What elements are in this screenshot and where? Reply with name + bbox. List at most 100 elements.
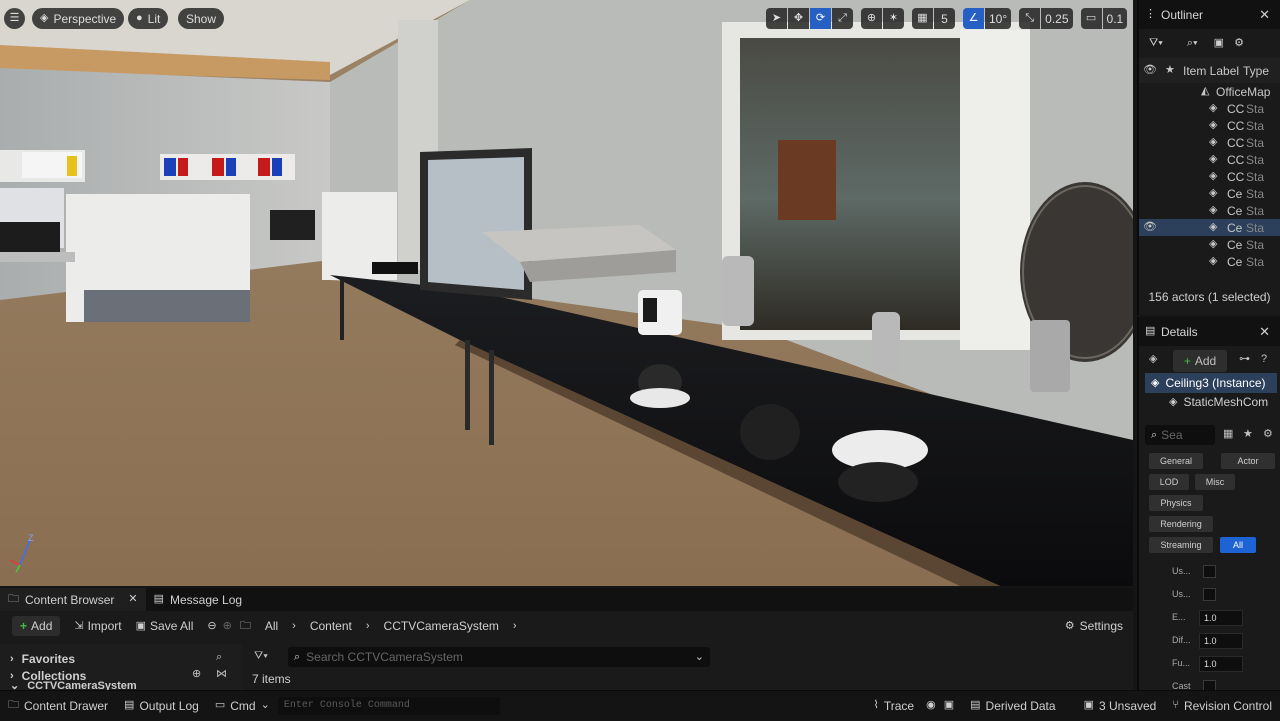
select-mode-button[interactable]: ➤ <box>766 8 787 29</box>
translate-button[interactable]: ✥ <box>788 8 809 29</box>
breadcrumb-content[interactable]: Content <box>310 619 352 633</box>
property-value-input[interactable]: 1.0 <box>1199 610 1243 626</box>
outliner-row[interactable]: ◈ CC Sta <box>1139 117 1280 134</box>
outliner-row[interactable]: ◈ Ce Sta <box>1139 202 1280 219</box>
perspective-button[interactable]: ◈ Perspective <box>32 8 125 29</box>
item-label-column[interactable]: Item Label <box>1183 64 1239 78</box>
property-value-input[interactable]: 1.0 <box>1199 633 1243 649</box>
import-button[interactable]: ⇲ Import <box>74 619 121 633</box>
grid-snap-value[interactable]: 5 <box>934 8 955 29</box>
filter-icon[interactable]: ⛛▾ <box>254 651 268 662</box>
surface-snap-button[interactable]: ✶ <box>883 8 904 29</box>
component-row[interactable]: ◈ StaticMeshCom <box>1169 395 1268 409</box>
trace-button[interactable]: ⌇ Trace <box>866 691 923 721</box>
tab-message-log-label: Message Log <box>170 592 243 607</box>
outliner-folder-row[interactable]: ◭ OfficeMap <box>1139 83 1280 100</box>
add-collection-icon[interactable]: ⊕ <box>192 669 201 680</box>
outliner-panel: ⋮ Outliner ✕ ⛛▾ ⌕▾ ▣ ⚙ 👁 ★ Item Label Ty… <box>1137 0 1280 315</box>
asset-search-input[interactable]: ⌕ Search CCTVCameraSystem ⌄ <box>288 647 710 667</box>
derived-data-button[interactable]: ▤ Derived Data <box>962 691 1063 721</box>
category-rendering[interactable]: Rendering <box>1149 516 1213 532</box>
help-icon[interactable]: ? <box>1261 354 1267 365</box>
type-column[interactable]: Type <box>1243 64 1269 78</box>
coordinate-space-button[interactable]: ⊕ <box>861 8 882 29</box>
instance-row[interactable]: ◈ Ceiling3 (Instance) <box>1145 373 1277 393</box>
scale-button[interactable]: ⤢ <box>832 8 853 29</box>
grid-snap-toggle[interactable]: ▦ <box>912 8 933 29</box>
filter-icon[interactable]: ⛛▾ <box>1149 38 1163 49</box>
category-lod[interactable]: LOD <box>1149 474 1189 490</box>
category-general[interactable]: General <box>1149 453 1203 469</box>
unsaved-button[interactable]: ▣ 3 Unsaved <box>1076 691 1165 721</box>
tab-content-browser[interactable]: 🗀 Content Browser ✕ <box>0 588 146 611</box>
rotation-snap-toggle[interactable]: ∠ <box>963 8 984 29</box>
settings-icon[interactable]: ⚙ <box>1263 429 1273 440</box>
category-physics[interactable]: Physics <box>1149 495 1203 511</box>
search-icon[interactable]: ⌕▾ <box>1187 38 1198 49</box>
star-icon[interactable]: ★ <box>1243 429 1253 440</box>
category-actor[interactable]: Actor <box>1221 453 1275 469</box>
forward-icon[interactable]: ⊕ <box>223 620 232 632</box>
outliner-row[interactable]: 👁 ◈ Ce Sta <box>1139 219 1280 236</box>
chevron-right-icon: › <box>365 619 370 632</box>
save-all-button[interactable]: ▣ Save All <box>136 619 194 633</box>
category-all[interactable]: All <box>1220 537 1256 553</box>
close-icon[interactable]: ✕ <box>1259 7 1270 23</box>
breadcrumb-all[interactable]: All <box>265 619 278 633</box>
folder-icon[interactable]: 🗀 <box>240 620 251 632</box>
lit-button[interactable]: ● Lit <box>128 8 169 29</box>
record-icon[interactable]: ◉ <box>922 700 940 711</box>
outliner-row[interactable]: ◈ CC Sta <box>1139 168 1280 185</box>
scale-snap-value[interactable]: 0.25 <box>1041 8 1073 29</box>
property-label: E... <box>1172 612 1186 622</box>
static-mesh-icon: ◈ <box>1209 255 1218 267</box>
console-input[interactable]: Enter Console Command <box>277 696 500 715</box>
blueprint-icon[interactable]: ⊶ <box>1239 354 1250 365</box>
outliner-row-label: Ce <box>1227 203 1243 218</box>
visibility-icon[interactable]: 👁 <box>1143 222 1157 233</box>
scale-snap-toggle[interactable]: ⤡ <box>1019 8 1041 29</box>
viewport-menu-button[interactable]: ☰ <box>4 8 25 29</box>
outliner-row[interactable]: ◈ Ce Sta <box>1139 253 1280 270</box>
add-button[interactable]: + Add <box>12 616 61 636</box>
show-button[interactable]: Show <box>178 8 225 29</box>
back-icon[interactable]: ⊖ <box>207 620 216 632</box>
breadcrumb-project[interactable]: CCTVCameraSystem <box>384 619 499 633</box>
save-all-label: Save All <box>150 619 194 633</box>
camera-speed-button[interactable]: ▭ <box>1080 8 1102 29</box>
table-view-icon[interactable]: ▦ <box>1223 429 1233 440</box>
favorites-section[interactable]: › Favorites <box>10 652 75 666</box>
rotation-snap-value[interactable]: 10° <box>985 8 1012 29</box>
close-icon[interactable]: ✕ <box>1259 324 1270 340</box>
outliner-row[interactable]: ◈ CC Sta <box>1139 151 1280 168</box>
settings-icon[interactable]: ⚙ <box>1234 38 1244 49</box>
content-drawer-button[interactable]: 🗀 Content Drawer <box>0 691 116 721</box>
tab-message-log[interactable]: ▤ Message Log <box>146 588 250 611</box>
output-log-button[interactable]: ▤ Output Log <box>116 691 207 721</box>
property-checkbox[interactable] <box>1203 588 1216 601</box>
level-viewport[interactable]: Z ☰ ◈ Perspective ● Lit Show ➤ ✥ ⟳ ⤢ ⊕ ✶… <box>0 0 1133 586</box>
cmd-dropdown[interactable]: ▭ Cmd ⌄ <box>207 691 278 721</box>
static-mesh-icon: ◈ <box>1209 238 1218 250</box>
drawer-icon: 🗀 <box>8 699 19 711</box>
category-misc[interactable]: Misc <box>1195 474 1235 490</box>
asset-search-placeholder: Search CCTVCameraSystem <box>306 650 463 664</box>
outliner-row[interactable]: ◈ CC Sta <box>1139 134 1280 151</box>
add-folder-icon[interactable]: ▣ <box>1214 38 1224 49</box>
outliner-row[interactable]: ◈ Ce Sta <box>1139 185 1280 202</box>
search-icon[interactable]: ⌕ <box>216 652 222 663</box>
collection-settings-icon[interactable]: ⋈ <box>216 669 227 680</box>
outliner-row[interactable]: ◈ CC Sta <box>1139 100 1280 117</box>
add-component-button[interactable]: + Add <box>1173 350 1227 372</box>
outliner-row[interactable]: ◈ Ce Sta <box>1139 236 1280 253</box>
property-checkbox[interactable] <box>1203 565 1216 578</box>
property-value-input[interactable]: 1.0 <box>1199 656 1243 672</box>
revision-control-button[interactable]: ⑂ Revision Control <box>1164 691 1280 721</box>
close-icon[interactable]: ✕ <box>128 594 137 605</box>
rotate-button[interactable]: ⟳ <box>810 8 831 29</box>
camera-speed-value[interactable]: 0.1 <box>1102 8 1128 29</box>
category-streaming[interactable]: Streaming <box>1149 537 1213 553</box>
screenshot-icon[interactable]: ▣ <box>940 700 962 711</box>
details-search[interactable]: ⌕ Sea <box>1145 425 1215 445</box>
settings-button[interactable]: ⚙ Settings <box>1065 619 1123 633</box>
